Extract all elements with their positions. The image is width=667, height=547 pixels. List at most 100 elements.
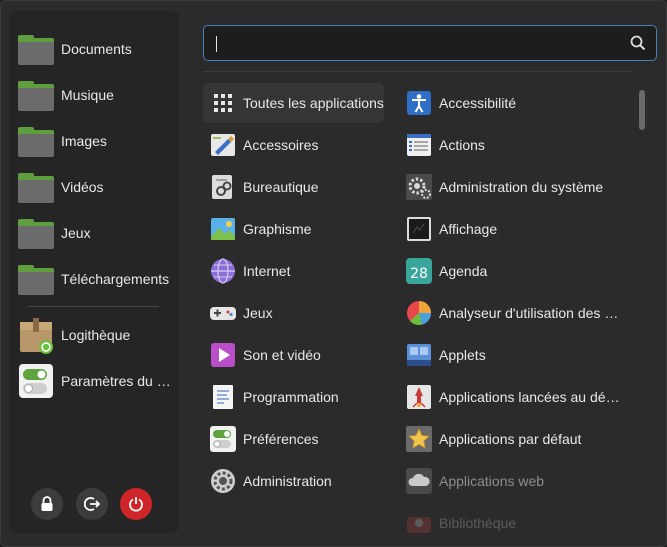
text-cursor — [216, 36, 217, 52]
app-web-applications[interactable]: Applications web — [403, 461, 631, 501]
app-default-applications[interactable]: Applications par défaut — [403, 419, 631, 459]
category-accessories[interactable]: Accessoires — [203, 125, 384, 165]
favorite-label: Paramètres du système — [61, 373, 173, 389]
search-separator — [203, 71, 633, 72]
app-label: Administration du système — [439, 179, 604, 195]
sidebar-separator — [27, 306, 159, 307]
application-menu: Documents Musique Images Vidéos Jeux Tél… — [0, 0, 667, 547]
startup-icon — [405, 383, 433, 411]
lock-screen-button[interactable] — [31, 488, 63, 520]
display-icon — [405, 215, 433, 243]
folder-icon — [17, 125, 55, 157]
app-label: Applets — [439, 347, 486, 363]
place-music[interactable]: Musique — [17, 75, 177, 115]
app-startup-applications[interactable]: Applications lancées au démarrage — [403, 377, 631, 417]
shutdown-button[interactable] — [120, 488, 152, 520]
app-label: Actions — [439, 137, 485, 153]
category-programming[interactable]: Programmation — [203, 377, 384, 417]
category-sound-video[interactable]: Son et vidéo — [203, 335, 384, 375]
app-label: Bibliothèque — [439, 515, 517, 531]
app-list-scrollbar[interactable] — [639, 90, 645, 130]
svg-text:28: 28 — [410, 266, 428, 282]
search-box[interactable] — [203, 25, 657, 61]
folder-icon — [17, 217, 55, 249]
place-label: Jeux — [61, 225, 91, 241]
office-icon — [209, 173, 237, 201]
place-videos[interactable]: Vidéos — [17, 167, 177, 207]
category-label: Internet — [243, 263, 291, 279]
graphics-icon — [209, 215, 237, 243]
favorite-label: Logithèque — [61, 327, 131, 343]
category-graphics[interactable]: Graphisme — [203, 209, 384, 249]
logout-button[interactable] — [76, 488, 108, 520]
software-manager-icon — [17, 316, 55, 354]
place-label: Documents — [61, 41, 132, 57]
actions-icon — [405, 131, 433, 159]
place-downloads[interactable]: Téléchargements — [17, 259, 177, 299]
place-images[interactable]: Images — [17, 121, 177, 161]
library-icon — [405, 509, 433, 537]
app-label: Agenda — [439, 263, 488, 279]
category-all-applications[interactable]: Toutes les applications — [203, 83, 384, 123]
category-label: Accessoires — [243, 137, 319, 153]
app-label: Accessibilité — [439, 95, 517, 111]
app-actions[interactable]: Actions — [403, 125, 631, 165]
category-games[interactable]: Jeux — [203, 293, 384, 333]
place-label: Images — [61, 133, 107, 149]
cloud-icon — [405, 467, 433, 495]
star-icon — [405, 425, 433, 453]
category-label: Administration — [243, 473, 332, 489]
app-applets[interactable]: Applets — [403, 335, 631, 375]
category-office[interactable]: Bureautique — [203, 167, 384, 207]
search-input[interactable] — [212, 32, 612, 54]
app-label: Affichage — [439, 221, 498, 237]
place-games[interactable]: Jeux — [17, 213, 177, 253]
accessories-icon — [209, 131, 237, 159]
settings-toggle-icon — [17, 362, 55, 400]
category-preferences[interactable]: Préférences — [203, 419, 384, 459]
place-label: Musique — [61, 87, 114, 103]
folder-icon — [17, 79, 55, 111]
favorite-system-settings[interactable]: Paramètres du système — [17, 359, 183, 403]
administration-icon — [209, 467, 237, 495]
gears-icon — [405, 173, 433, 201]
accessibility-icon — [405, 89, 433, 117]
lock-icon — [41, 496, 53, 511]
power-icon — [129, 497, 143, 512]
preferences-icon — [209, 425, 237, 453]
logout-icon — [84, 497, 100, 511]
app-disk-usage-analyzer[interactable]: Analyseur d'utilisation des disques — [403, 293, 631, 333]
favorite-software-manager[interactable]: Logithèque — [17, 313, 183, 357]
category-label: Bureautique — [243, 179, 319, 195]
search-icon[interactable] — [630, 35, 646, 51]
place-documents[interactable]: Documents — [17, 29, 177, 69]
app-label: Applications web — [439, 473, 545, 489]
programming-icon — [209, 383, 237, 411]
category-label: Préférences — [243, 431, 319, 447]
category-internet[interactable]: Internet — [203, 251, 384, 291]
applets-icon — [405, 341, 433, 369]
place-label: Vidéos — [61, 179, 104, 195]
folder-icon — [17, 171, 55, 203]
gamepad-icon — [209, 299, 237, 327]
app-label: Applications lancées au démarrage — [439, 389, 625, 405]
app-label: Analyseur d'utilisation des disques — [439, 305, 625, 321]
app-display[interactable]: Affichage — [403, 209, 631, 249]
place-label: Téléchargements — [61, 271, 170, 287]
media-icon — [209, 341, 237, 369]
folder-icon — [17, 33, 55, 65]
app-calendar[interactable]: 28 Agenda — [403, 251, 631, 291]
app-accessibility[interactable]: Accessibilité — [403, 83, 631, 123]
pie-chart-icon — [405, 299, 433, 327]
grid-icon — [209, 89, 237, 117]
category-label: Jeux — [243, 305, 273, 321]
folder-icon — [17, 263, 55, 295]
app-label: Applications par défaut — [439, 431, 582, 447]
category-label: Graphisme — [243, 221, 312, 237]
app-system-administration[interactable]: Administration du système — [403, 167, 631, 207]
places-sidebar: Documents Musique Images Vidéos Jeux Tél… — [9, 11, 179, 533]
app-library[interactable]: Bibliothèque — [403, 503, 631, 543]
category-label: Toutes les applications — [243, 95, 384, 111]
category-label: Programmation — [243, 389, 339, 405]
category-administration[interactable]: Administration — [203, 461, 384, 501]
